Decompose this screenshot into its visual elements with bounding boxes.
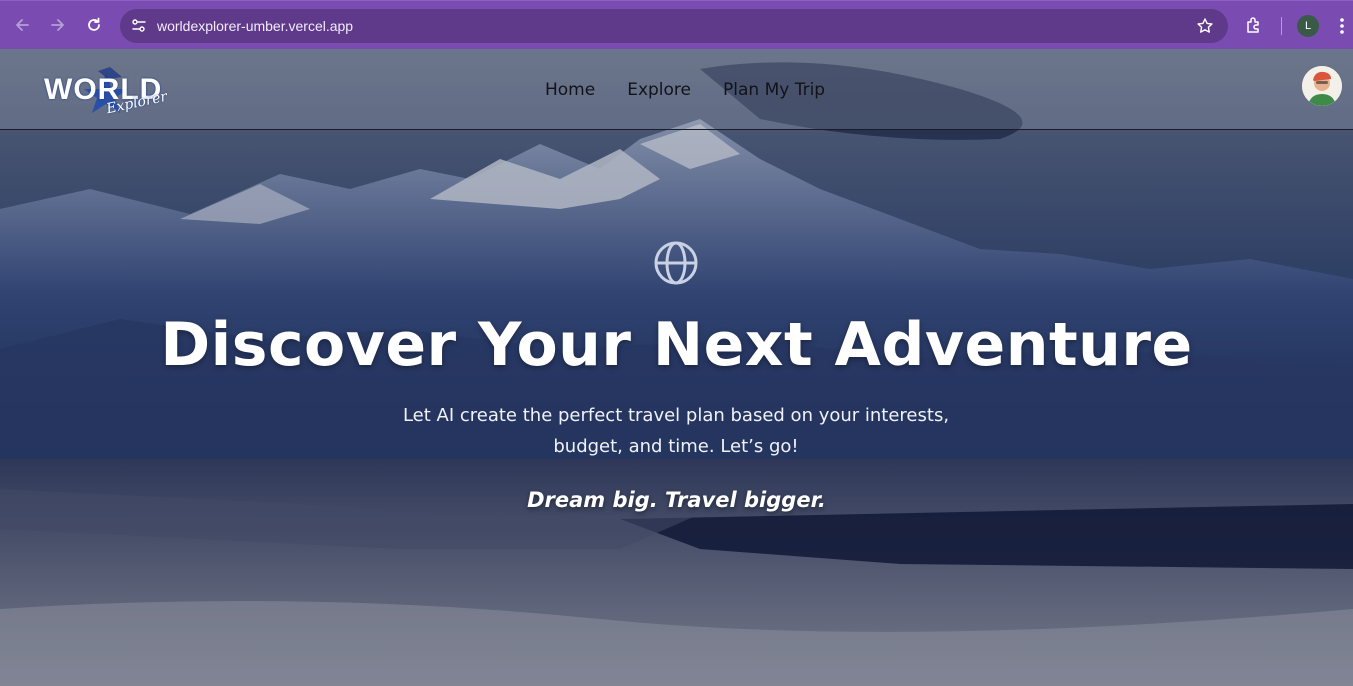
toolbar-divider <box>1281 17 1282 35</box>
profile-button[interactable]: L <box>1297 15 1319 37</box>
star-icon[interactable] <box>1196 17 1214 35</box>
avatar-illustration <box>1302 66 1342 106</box>
nav-home[interactable]: Home <box>545 79 595 101</box>
hero-title: Discover Your Next Adventure <box>160 310 1193 380</box>
hero-subtitle-line-2: budget, and time. Let’s go! <box>553 436 799 457</box>
hero-subtitle: Let AI create the perfect travel plan ba… <box>376 400 976 462</box>
user-avatar[interactable] <box>1302 66 1342 106</box>
back-button[interactable] <box>10 13 34 37</box>
arrow-right-icon <box>51 19 64 31</box>
kebab-menu-icon[interactable] <box>1336 15 1348 37</box>
nav-plan-my-trip[interactable]: Plan My Trip <box>723 79 825 101</box>
globe-icon <box>654 241 698 285</box>
reload-button[interactable] <box>82 13 106 37</box>
web-page: WORLD Explorer Home Explore Plan My Trip… <box>0 49 1353 686</box>
puzzle-icon[interactable] <box>1244 15 1264 35</box>
tune-icon[interactable] <box>130 17 148 35</box>
address-bar[interactable]: worldexplorer-umber.vercel.app <box>120 9 1228 43</box>
arrow-left-icon <box>16 19 29 31</box>
browser-toolbar: worldexplorer-umber.vercel.app L <box>0 0 1353 49</box>
forward-button[interactable] <box>46 13 70 37</box>
nav-explore[interactable]: Explore <box>627 79 691 101</box>
hero-tagline: Dream big. Travel bigger. <box>527 488 826 512</box>
url-text[interactable]: worldexplorer-umber.vercel.app <box>157 17 353 35</box>
site-header: WORLD Explorer Home Explore Plan My Trip <box>0 49 1353 130</box>
site-logo[interactable]: WORLD Explorer <box>42 65 169 117</box>
hero-subtitle-line-1: Let AI create the perfect travel plan ba… <box>402 405 950 426</box>
main-nav: Home Explore Plan My Trip <box>545 79 825 101</box>
reload-icon <box>88 17 100 31</box>
